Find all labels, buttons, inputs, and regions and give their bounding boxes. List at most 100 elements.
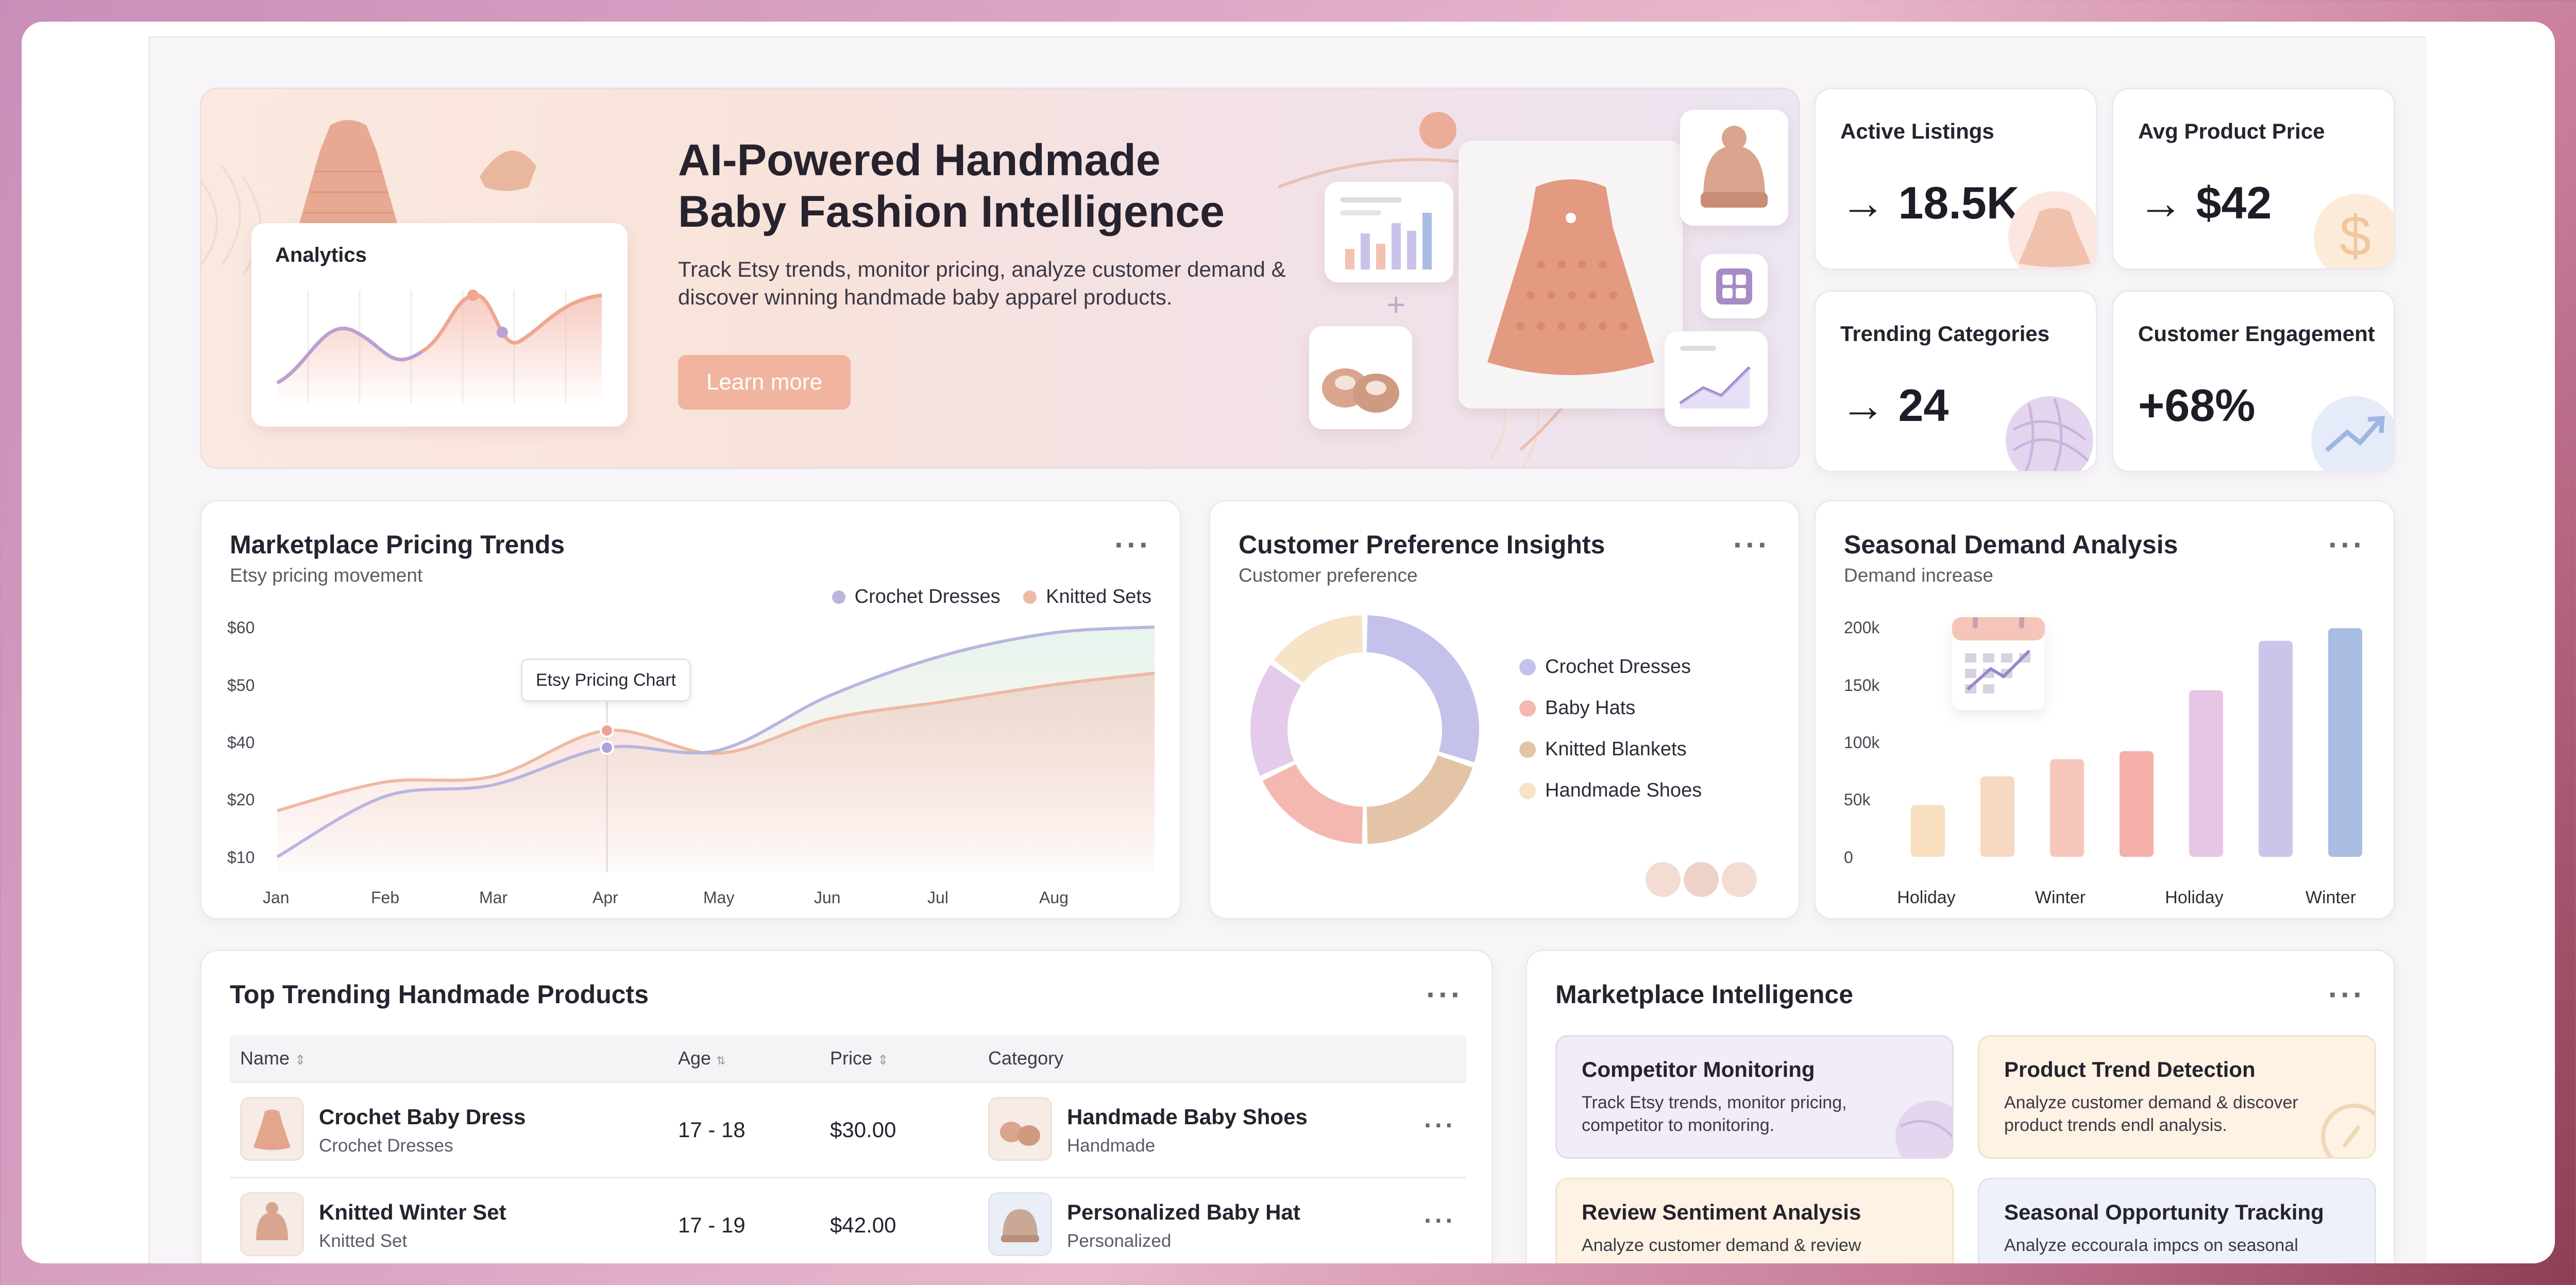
stat-label: Active Listings	[1840, 119, 1994, 143]
x-tick-label: Holiday	[1897, 888, 1955, 907]
y-tick-label: $10	[227, 848, 255, 867]
grid-widget	[1701, 254, 1768, 318]
legend-swatch	[1519, 741, 1536, 758]
bar	[1911, 805, 1945, 857]
chart-tooltip: Etsy Pricing Chart	[521, 658, 691, 702]
tile-description: Analyze eccouraIa impcs on seasonal	[2004, 1236, 2298, 1255]
category-name: Handmade Baby Shoes	[1067, 1105, 1308, 1129]
trend-chart-card	[1665, 331, 1768, 427]
dress-thumbnail-icon	[1646, 862, 1681, 897]
arrow-right-icon: →	[1840, 177, 1886, 228]
more-options-icon[interactable]: ···	[1426, 979, 1463, 1010]
x-tick-label: Mar	[479, 888, 507, 907]
baby-shoes-thumbnail	[988, 1097, 1052, 1161]
pricing-trends-card: Marketplace Pricing Trends Etsy pricing …	[200, 500, 1181, 920]
product-age: 17 - 19	[678, 1213, 745, 1237]
gauge-icon	[2321, 1104, 2375, 1157]
bar-chart-icon	[1340, 197, 1432, 269]
grid-icon	[1716, 268, 1752, 305]
x-tick-label: Jul	[927, 888, 948, 907]
legend-item: Handmade Shoes	[1545, 780, 1702, 801]
learn-more-button[interactable]: Learn more	[678, 355, 851, 410]
bar	[1980, 776, 2014, 857]
y-tick-label: 200k	[1844, 618, 1880, 637]
stat-card-trending-categories[interactable]: Trending Categories → 24	[1814, 290, 2097, 472]
card-title: Top Trending Handmade Products	[230, 980, 649, 1009]
table-row[interactable]: Crochet Baby Dress Crochet Dresses 17 - …	[230, 1081, 1466, 1178]
sort-icon: ⇅	[716, 1054, 726, 1067]
table-row[interactable]: Knitted Winter Set Knitted Set 17 - 19 $…	[230, 1177, 1466, 1263]
crochet-dress-image	[1487, 179, 1654, 375]
x-tick-label: Jun	[814, 888, 841, 907]
customer-preference-card: Customer Preference Insights Customer pr…	[1209, 500, 1800, 920]
tile-competitor-monitoring[interactable]: Competitor Monitoring Track Etsy trends,…	[1555, 1035, 1954, 1159]
stat-card-customer-engagement[interactable]: Customer Engagement +68%	[2112, 290, 2395, 472]
preference-donut-chart	[1250, 615, 1479, 844]
column-header-age[interactable]: Age ⇅	[678, 1035, 726, 1084]
trending-up-icon	[2311, 396, 2394, 471]
column-header-name[interactable]: Name ⇕	[240, 1035, 306, 1083]
shoes-thumbnail-icon	[1722, 862, 1757, 897]
point-crochet-dresses-apr	[600, 740, 614, 755]
pricing-line-chart: $60 $50 $40 $20 $10 Jan Feb Mar Apr May Jun Jul Aug	[227, 618, 1155, 907]
seasonal-bar-chart: 200k 150k 100k 50k 0 Holiday Winter Holiday Wint…	[1844, 618, 2362, 907]
category-subtitle: Personalized	[1067, 1231, 1172, 1251]
product-price: $42.00	[830, 1213, 896, 1237]
dress-photo-card	[1459, 141, 1683, 409]
yarn-ball-icon	[2006, 396, 2093, 471]
category-name: Personalized Baby Hat	[1067, 1200, 1300, 1224]
legend-swatch	[1519, 700, 1536, 717]
row-more-options-icon[interactable]: ···	[1424, 1208, 1456, 1233]
hero-description: Track Etsy trends, monitor pricing, anal…	[678, 257, 1286, 309]
analytics-mini-chart	[276, 290, 602, 403]
baby-hat-thumbnail	[988, 1192, 1052, 1256]
baby-shoes-icon	[1322, 368, 1399, 413]
tile-seasonal-opportunity-tracking[interactable]: Seasonal Opportunity Tracking Analyze ec…	[1978, 1178, 2376, 1263]
column-header-category[interactable]: Category	[988, 1035, 1063, 1081]
stat-label: Customer Engagement	[2138, 322, 2375, 346]
stat-label: Avg Product Price	[2138, 119, 2325, 143]
legend-item: Knitted Blankets	[1545, 738, 1687, 760]
stat-card-avg-price[interactable]: Avg Product Price → $42 $	[2112, 88, 2395, 270]
y-tick-label: $40	[227, 733, 255, 752]
knit-hat-icon	[1701, 126, 1768, 208]
y-tick-label: 150k	[1844, 676, 1880, 695]
column-header-price[interactable]: Price ⇕	[830, 1035, 889, 1083]
legend-swatch	[1519, 658, 1536, 675]
legend-item: Crochet Dresses	[1545, 656, 1691, 678]
dashboard-canvas: + Analytics AI-Powered Handmade Baby Fas…	[148, 36, 2426, 1263]
y-tick-label: 50k	[1844, 790, 1871, 809]
bar-chart-widget	[1325, 182, 1453, 282]
slice-knitted-blankets	[1366, 755, 1473, 844]
tile-description: Track Etsy trends, monitor pricing, comp…	[1582, 1093, 1847, 1135]
x-tick-label: May	[703, 888, 734, 907]
stat-value: → 24	[1840, 380, 1949, 431]
slice-other	[1250, 665, 1301, 776]
bar	[2328, 628, 2362, 857]
stat-value: +68%	[2138, 380, 2256, 431]
x-tick-label: Holiday	[2165, 888, 2223, 907]
dress-illustration	[299, 120, 397, 231]
svg-text:$: $	[2340, 205, 2371, 268]
tile-review-sentiment-analysis[interactable]: Review Sentiment Analysis Analyze custom…	[1555, 1178, 1954, 1263]
x-tick-label: Feb	[371, 888, 399, 907]
row-more-options-icon[interactable]: ···	[1424, 1112, 1456, 1138]
arrow-right-icon: →	[1840, 380, 1886, 431]
y-tick-label: 0	[1844, 848, 1853, 867]
more-options-icon[interactable]: ···	[2328, 979, 2365, 1010]
x-tick-label: Winter	[2306, 888, 2356, 907]
product-thumbnails	[1646, 862, 1757, 900]
hero-title: AI-Powered Handmade Baby Fashion Intelli…	[678, 136, 1225, 236]
tile-description: Analyze customer demand & review	[1582, 1236, 1861, 1255]
bar	[2120, 751, 2154, 857]
stat-card-active-listings[interactable]: Active Listings → 18.5K	[1814, 88, 2097, 270]
x-tick-label: Winter	[2035, 888, 2086, 907]
product-subtitle: Knitted Set	[319, 1231, 408, 1251]
tile-product-trend-detection[interactable]: Product Trend Detection Analyze customer…	[1978, 1035, 2376, 1159]
sort-icon: ⇕	[295, 1052, 306, 1068]
knit-hat-card	[1680, 110, 1788, 226]
sort-icon: ⇕	[877, 1052, 889, 1068]
tile-title: Product Trend Detection	[2004, 1057, 2256, 1081]
y-tick-label: 100k	[1844, 733, 1880, 752]
slice-crochet-dresses	[1366, 615, 1479, 763]
